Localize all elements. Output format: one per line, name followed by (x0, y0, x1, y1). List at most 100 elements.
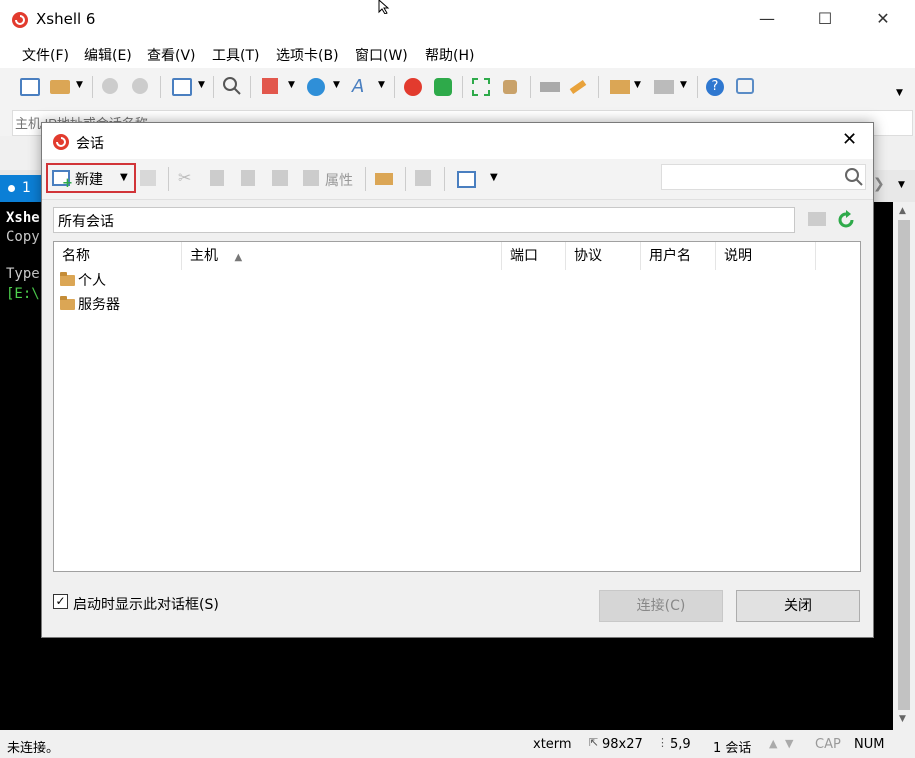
keyboard-icon[interactable] (540, 82, 560, 92)
terminal-scrollbar[interactable]: ▲ ▼ (893, 202, 915, 730)
properties-icon[interactable] (303, 170, 319, 186)
xftp-icon[interactable] (434, 78, 452, 96)
help-icon[interactable]: ? (706, 78, 724, 96)
scroll-up-icon[interactable]: ▲ (899, 206, 906, 216)
layout-icon[interactable] (654, 80, 674, 94)
chevron-down-icon[interactable]: ▼ (634, 80, 641, 90)
find-icon[interactable] (140, 170, 156, 186)
chevron-down-icon[interactable]: ▼ (198, 80, 205, 90)
disconnect-icon[interactable] (132, 78, 148, 94)
folder-name: 服务器 (78, 297, 120, 313)
chevron-right-icon[interactable]: ❯ (873, 176, 885, 192)
chevron-down-icon[interactable]: ▼ (76, 80, 83, 90)
export-icon[interactable] (415, 170, 431, 186)
dialog-toolbar: + 新建 ▼ ✂ 属性 ▼ (42, 159, 873, 200)
menu-window[interactable]: 窗口(W) (355, 45, 408, 65)
toolbar-separator (250, 76, 251, 98)
fullscreen-icon[interactable] (472, 78, 490, 96)
xshell-logo-icon (12, 12, 28, 28)
menu-tools[interactable]: 工具(T) (212, 45, 259, 65)
connect-button[interactable]: 连接(C) (599, 590, 723, 622)
connection-status: 未连接。 (7, 741, 60, 756)
close-button[interactable]: 关闭 (736, 590, 860, 622)
terminal-line: Xshe (6, 210, 40, 226)
terminal-line: Type (6, 266, 40, 282)
connect-icon[interactable] (102, 78, 118, 94)
up-folder-icon[interactable] (808, 212, 826, 226)
chevron-down-icon[interactable]: ▼ (288, 80, 295, 90)
maximize-button[interactable]: ☐ (802, 0, 848, 38)
close-window-button[interactable]: ✕ (860, 0, 906, 38)
tab-session-1[interactable]: 1 (0, 175, 44, 203)
toolbar-separator (462, 76, 463, 98)
column-header-name[interactable]: 名称 (54, 242, 182, 270)
arrow-down-icon: ▼ (785, 737, 794, 750)
properties-button[interactable]: 属性 (325, 170, 353, 190)
xshell-icon[interactable] (404, 78, 422, 96)
toolbar-separator (168, 167, 169, 191)
column-header-username[interactable]: 用户名 (641, 242, 716, 270)
chevron-down-icon[interactable]: ▼ (333, 80, 340, 90)
caps-lock-indicator: CAP (815, 737, 841, 752)
menu-file[interactable]: 文件(F) (22, 45, 69, 65)
dialog-search-box[interactable] (661, 164, 866, 190)
menu-help[interactable]: 帮助(H) (425, 45, 474, 65)
startup-checkbox-label[interactable]: 启动时显示此对话框(S) (73, 594, 219, 614)
new-session-button[interactable]: + 新建 ▼ (46, 163, 136, 193)
lock-icon[interactable] (503, 80, 517, 94)
menu-tabs[interactable]: 选项卡(B) (276, 45, 339, 65)
toolbar-separator (394, 76, 395, 98)
scroll-down-icon[interactable]: ▼ (899, 714, 906, 724)
search-icon[interactable] (844, 167, 864, 187)
open-folder-icon[interactable] (50, 80, 70, 94)
chat-icon[interactable] (736, 78, 754, 94)
highlight-icon[interactable] (569, 79, 587, 95)
cursor-icon: ⋮ (657, 736, 668, 749)
column-header-description[interactable]: 说明 (716, 242, 816, 270)
folder-icon (60, 296, 75, 310)
chevron-down-icon[interactable]: ▼ (898, 180, 905, 190)
chevron-down-icon[interactable]: ▼ (120, 172, 128, 183)
search-icon[interactable] (222, 76, 242, 96)
sort-up-icon: ▲ (234, 252, 243, 263)
scrollbar-thumb[interactable] (898, 220, 910, 710)
globe-icon[interactable] (307, 78, 325, 96)
new-session-icon[interactable] (20, 78, 40, 96)
transfer-icon[interactable] (262, 78, 278, 94)
toolbar-separator (365, 167, 366, 191)
column-header-port[interactable]: 端口 (502, 242, 566, 270)
paste-icon[interactable] (241, 170, 255, 186)
toolbar-separator (92, 76, 93, 98)
menu-view[interactable]: 查看(V) (147, 45, 196, 65)
view-icon[interactable] (457, 171, 476, 188)
copy-icon[interactable] (210, 170, 224, 186)
dialog-title: 会话 (76, 136, 104, 152)
toolbar-separator (697, 76, 698, 98)
chevron-down-icon[interactable]: ▼ (680, 80, 687, 90)
dialog-close-icon[interactable]: ✕ (842, 129, 857, 150)
chevron-down-icon[interactable]: ▼ (490, 172, 498, 183)
terminal-line: [E:\ (6, 286, 40, 302)
xshell-logo-icon (53, 134, 69, 150)
num-lock-indicator: NUM (854, 737, 885, 752)
status-bar: 未连接。 xterm ⇱ 98x27 ⋮ 5,9 1 会话 ▲ ▼ CAP NU… (0, 730, 915, 758)
column-header-host[interactable]: 主机 ▲ (182, 242, 502, 270)
open-folder-icon[interactable] (375, 173, 393, 185)
delete-icon[interactable] (272, 170, 288, 186)
font-icon[interactable]: A (352, 76, 364, 97)
minimize-button[interactable]: — (744, 0, 790, 38)
startup-checkbox[interactable]: ✓ (53, 594, 68, 609)
toolbar-separator (530, 76, 531, 98)
list-item[interactable]: 服务器 (60, 294, 120, 316)
chevron-down-icon[interactable]: ▼ (378, 80, 385, 90)
column-header-protocol[interactable]: 协议 (566, 242, 641, 270)
refresh-icon[interactable] (836, 210, 856, 230)
chevron-down-icon[interactable]: ▼ (896, 88, 903, 98)
properties-icon[interactable] (172, 78, 192, 96)
list-item[interactable]: 个人 (60, 270, 106, 292)
size-icon: ⇱ (589, 736, 599, 749)
session-list[interactable]: 名称 主机 ▲ 端口 协议 用户名 说明 个人 服务器 (53, 241, 861, 572)
cut-icon[interactable]: ✂ (178, 168, 191, 187)
menu-edit[interactable]: 编辑(E) (84, 45, 132, 65)
add-folder-icon[interactable] (610, 80, 630, 94)
